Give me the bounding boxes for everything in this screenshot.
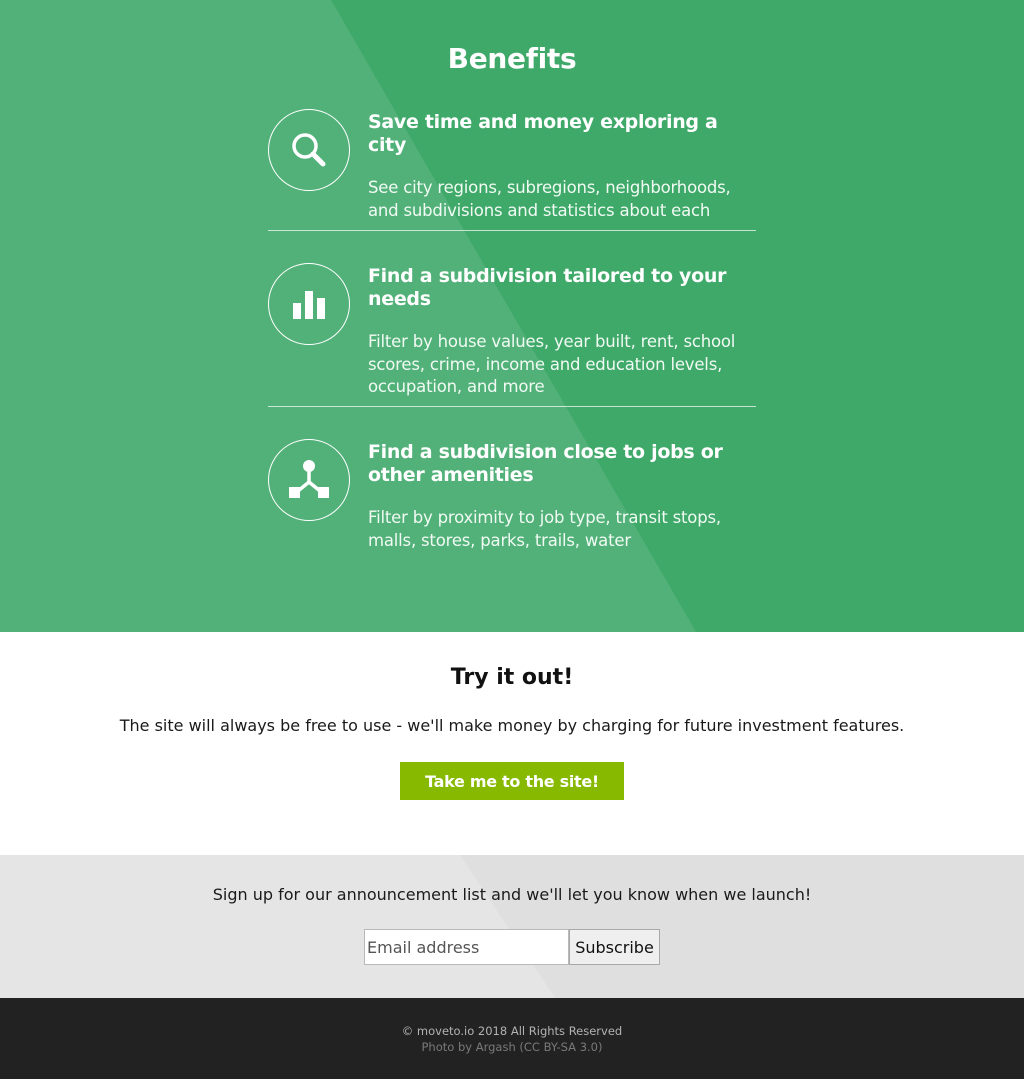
- search-icon: [268, 109, 350, 191]
- signup-section: Sign up for our announcement list and we…: [0, 855, 1024, 998]
- benefit-heading: Find a subdivision tailored to your need…: [368, 265, 727, 310]
- benefit-heading: Find a subdivision close to jobs or othe…: [368, 441, 723, 486]
- signup-text: Sign up for our announcement list and we…: [212, 885, 812, 904]
- network-icon: [268, 439, 350, 521]
- bar-chart-icon: [268, 263, 350, 345]
- divider: [268, 406, 756, 407]
- footer: © moveto.io 2018 All Rights Reserved Pho…: [0, 998, 1024, 1079]
- subscribe-button[interactable]: Subscribe: [569, 929, 660, 965]
- try-title: Try it out!: [450, 665, 574, 690]
- benefit-description: See city regions, subregions, neighborho…: [368, 178, 731, 220]
- footer-copyright: © moveto.io 2018 All Rights Reserved: [401, 1024, 623, 1038]
- benefits-section: Benefits Save time and money exploring a…: [0, 0, 1024, 632]
- divider: [268, 230, 756, 231]
- email-field[interactable]: [364, 929, 569, 965]
- benefit-description: Filter by house values, year built, rent…: [368, 332, 736, 396]
- try-description: The site will always be free to use - we…: [119, 716, 905, 735]
- benefits-title: Benefits: [447, 42, 577, 75]
- benefit-heading: Save time and money exploring a city: [368, 111, 718, 156]
- try-it-out-section: Try it out! The site will always be free…: [0, 632, 1024, 855]
- benefit-description: Filter by proximity to job type, transit…: [368, 508, 721, 550]
- take-me-to-site-button[interactable]: Take me to the site!: [400, 762, 624, 800]
- footer-photo-credit: Photo by Argash (CC BY-SA 3.0): [421, 1040, 603, 1054]
